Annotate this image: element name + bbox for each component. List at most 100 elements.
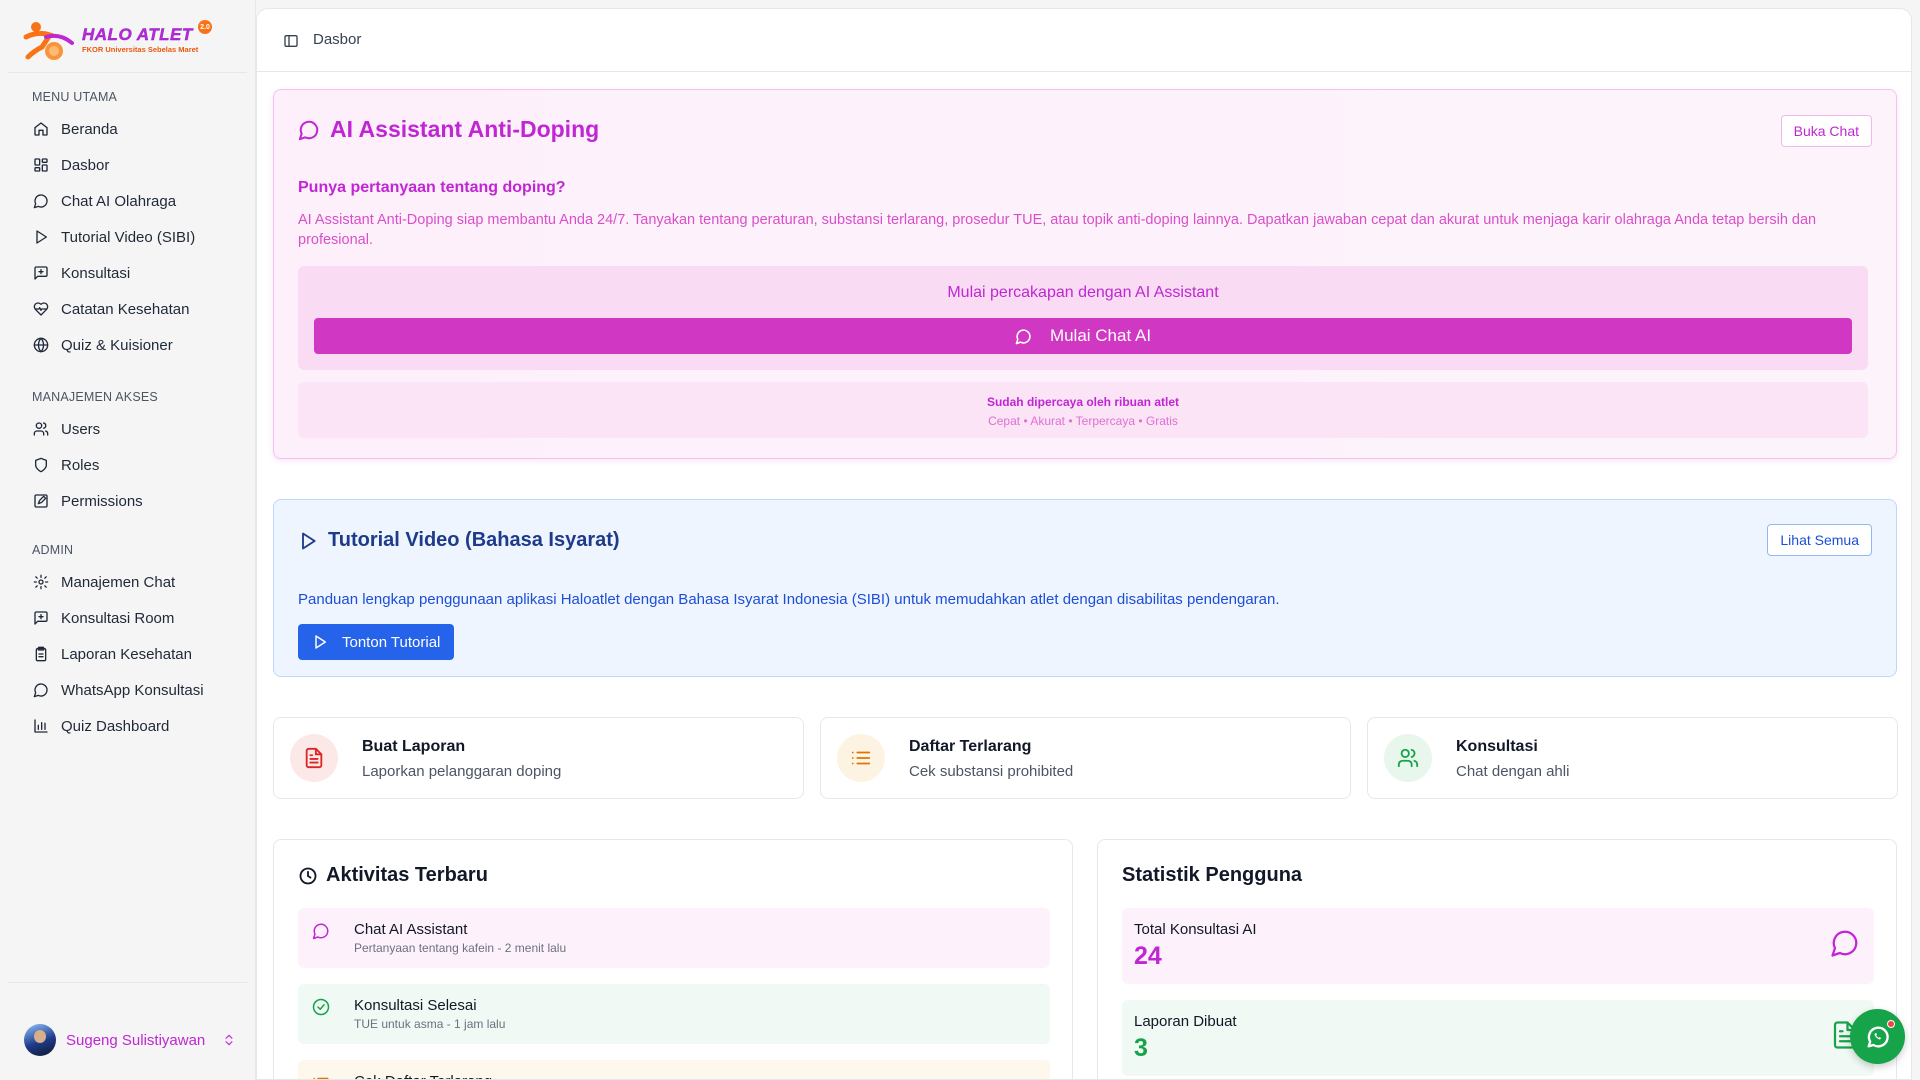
stat-value: 3 <box>1134 1034 1148 1062</box>
watch-tutorial-button[interactable]: Tonton Tutorial <box>298 624 454 660</box>
quick-action-subtitle: Cek substansi prohibited <box>909 763 1074 780</box>
see-all-button[interactable]: Lihat Semua <box>1767 524 1872 556</box>
tutorial-card: Tutorial Video (Bahasa Isyarat) Lihat Se… <box>273 499 1897 677</box>
section-label-manajemen-akses: MANAJEMEN AKSES <box>32 390 158 404</box>
whatsapp-button[interactable] <box>1850 1009 1905 1064</box>
quick-action-title: Buat Laporan <box>362 738 466 755</box>
tutorial-description: Panduan lengkap penggunaan aplikasi Halo… <box>298 591 1280 608</box>
topbar: Dasbor <box>257 9 1911 72</box>
play-icon <box>302 532 316 549</box>
sidebar-item-laporan-kesehatan[interactable]: Laporan Kesehatan <box>24 638 248 670</box>
activity-item-subtitle: TUE untuk asma - 1 jam lalu <box>354 1017 506 1031</box>
activity-item[interactable]: Chat AI Assistant Pertanyaan tentang kafe… <box>298 908 1050 968</box>
breadcrumb[interactable]: Dasbor <box>313 31 361 48</box>
activity-item-title: Chat AI Assistant <box>354 921 468 938</box>
sidebar-item-label: Quiz & Kuisioner <box>61 336 173 354</box>
sidebar-item-catatan-kesehatan[interactable]: Catatan Kesehatan <box>24 293 248 325</box>
activity-item[interactable]: Konsultasi Selesai TUE untuk asma - 1 jam… <box>298 984 1050 1044</box>
sidebar-item-label: Roles <box>61 456 100 474</box>
sidebar-item-label: Konsultasi <box>61 264 131 282</box>
quick-action-daftar-terlarang[interactable]: Daftar Terlarang Cek substansi prohibited <box>820 717 1351 799</box>
chat-icon <box>298 120 319 140</box>
section-label-menu-utama: MENU UTAMA <box>32 90 118 104</box>
stat-item: Laporan Dibuat 3 <box>1122 1000 1874 1076</box>
bar-chart-icon <box>33 718 49 734</box>
globe-icon <box>33 337 49 353</box>
ai-assistant-card: AI Assistant Anti-Doping Buka Chat Punya… <box>273 89 1897 459</box>
user-menu[interactable]: Sugeng Sulistiyawan <box>24 1022 236 1058</box>
sidebar-item-label: Permissions <box>61 492 143 510</box>
sidebar-item-whatsapp-konsultasi[interactable]: WhatsApp Konsultasi <box>24 674 248 706</box>
sidebar-toggle-icon[interactable] <box>283 33 299 49</box>
sidebar-item-label: Konsultasi Room <box>61 609 175 627</box>
open-chat-button[interactable]: Buka Chat <box>1780 115 1872 147</box>
message-square-icon <box>33 265 49 281</box>
chat-icon <box>33 193 49 209</box>
ai-cta-text: Mulai percakapan dengan AI Assistant <box>947 284 1219 301</box>
sidebar-item-label: Dasbor <box>61 156 110 174</box>
edit-square-icon <box>33 493 49 509</box>
sidebar-item-manajemen-chat[interactable]: Manajemen Chat <box>24 566 248 598</box>
quick-action-title: Daftar Terlarang <box>909 738 1032 755</box>
quick-action-konsultasi[interactable]: Konsultasi Chat dengan ahli <box>1367 717 1898 799</box>
sidebar-item-label: Manajemen Chat <box>61 573 176 591</box>
brand-subtitle: FKOR Universitas Sebelas Maret <box>82 45 199 55</box>
sidebar-item-label: Users <box>61 420 101 438</box>
ai-cta-panel: Mulai percakapan dengan AI Assistant Mul… <box>298 266 1868 370</box>
brand-title: HALO ATLET <box>82 25 193 45</box>
activity-item-title: Konsultasi Selesai <box>354 997 477 1014</box>
ai-description: AI Assistant Anti-Doping siap membantu A… <box>298 212 1817 248</box>
notification-dot <box>1887 1020 1895 1028</box>
users-icon <box>33 421 49 437</box>
quick-action-subtitle: Laporkan pelanggaran doping <box>362 763 562 780</box>
users-icon <box>1384 734 1432 782</box>
message-square-icon <box>33 610 49 626</box>
sidebar-item-chat-ai-olahraga[interactable]: Chat AI Olahraga <box>24 185 248 217</box>
start-chat-button[interactable]: Mulai Chat AI <box>314 318 1852 354</box>
activity-item-title: Cek Daftar Terlarang <box>354 1073 492 1079</box>
sidebar-item-dasbor[interactable]: Dasbor <box>24 149 248 181</box>
activity-title: Aktivitas Terbaru <box>298 864 488 887</box>
tutorial-title: Tutorial Video (Bahasa Isyarat) <box>298 529 620 552</box>
quick-action-title: Konsultasi <box>1456 738 1538 755</box>
sidebar-item-quiz-dashboard[interactable]: Quiz Dashboard <box>24 710 248 742</box>
clock-icon <box>299 867 317 884</box>
logo-icon <box>20 17 78 63</box>
stat-value: 24 <box>1134 942 1162 970</box>
sidebar-item-label: Tutorial Video (SIBI) <box>61 228 196 246</box>
quick-action-buat-laporan[interactable]: Buat Laporan Laporkan pelanggaran doping <box>273 717 804 799</box>
trust-tags: Cepat • Akurat • Terpercaya • Gratis <box>988 414 1178 428</box>
sidebar-item-konsultasi[interactable]: Konsultasi <box>24 257 248 289</box>
chat-icon <box>33 682 49 698</box>
list-icon <box>837 734 885 782</box>
sidebar-item-roles[interactable]: Roles <box>24 449 248 481</box>
sidebar-item-quiz-kuisioner[interactable]: Quiz & Kuisioner <box>24 329 248 361</box>
ai-question: Punya pertanyaan tentang doping? <box>298 179 566 196</box>
play-icon <box>33 229 49 245</box>
sidebar-divider <box>8 982 247 983</box>
chat-icon <box>1830 928 1860 958</box>
play-icon <box>315 635 327 649</box>
activity-item-subtitle: Pertanyaan tentang kafein - 2 menit lalu <box>354 941 567 955</box>
activity-item[interactable]: Cek Daftar Terlarang <box>298 1060 1050 1079</box>
sidebar-item-konsultasi-room[interactable]: Konsultasi Room <box>24 602 248 634</box>
sidebar-item-label: Chat AI Olahraga <box>61 192 177 210</box>
sidebar-item-beranda[interactable]: Beranda <box>24 113 248 145</box>
sidebar-item-users[interactable]: Users <box>24 413 248 445</box>
sidebar: HALO ATLET FKOR Universitas Sebelas Mare… <box>0 0 256 1080</box>
stat-label: Total Konsultasi AI <box>1134 921 1257 938</box>
brand-logo[interactable]: HALO ATLET FKOR Universitas Sebelas Mare… <box>20 16 212 64</box>
chat-icon <box>312 922 330 940</box>
main-content: Dasbor AI Assistant Anti-Doping Buka Cha… <box>256 8 1912 1080</box>
trust-panel: Sudah dipercaya oleh ribuan atlet Cepat … <box>298 382 1868 438</box>
quick-action-subtitle: Chat dengan ahli <box>1456 763 1570 780</box>
sidebar-item-label: Catatan Kesehatan <box>61 300 190 318</box>
chat-icon <box>1015 328 1031 344</box>
clipboard-icon <box>33 646 49 662</box>
sidebar-item-permissions[interactable]: Permissions <box>24 485 248 517</box>
trust-line: Sudah dipercaya oleh ribuan atlet <box>986 395 1180 409</box>
avatar <box>24 1024 56 1056</box>
sidebar-item-tutorial-video-sibi[interactable]: Tutorial Video (SIBI) <box>24 221 248 253</box>
sidebar-item-label: Beranda <box>61 120 118 138</box>
sidebar-divider <box>8 72 247 73</box>
